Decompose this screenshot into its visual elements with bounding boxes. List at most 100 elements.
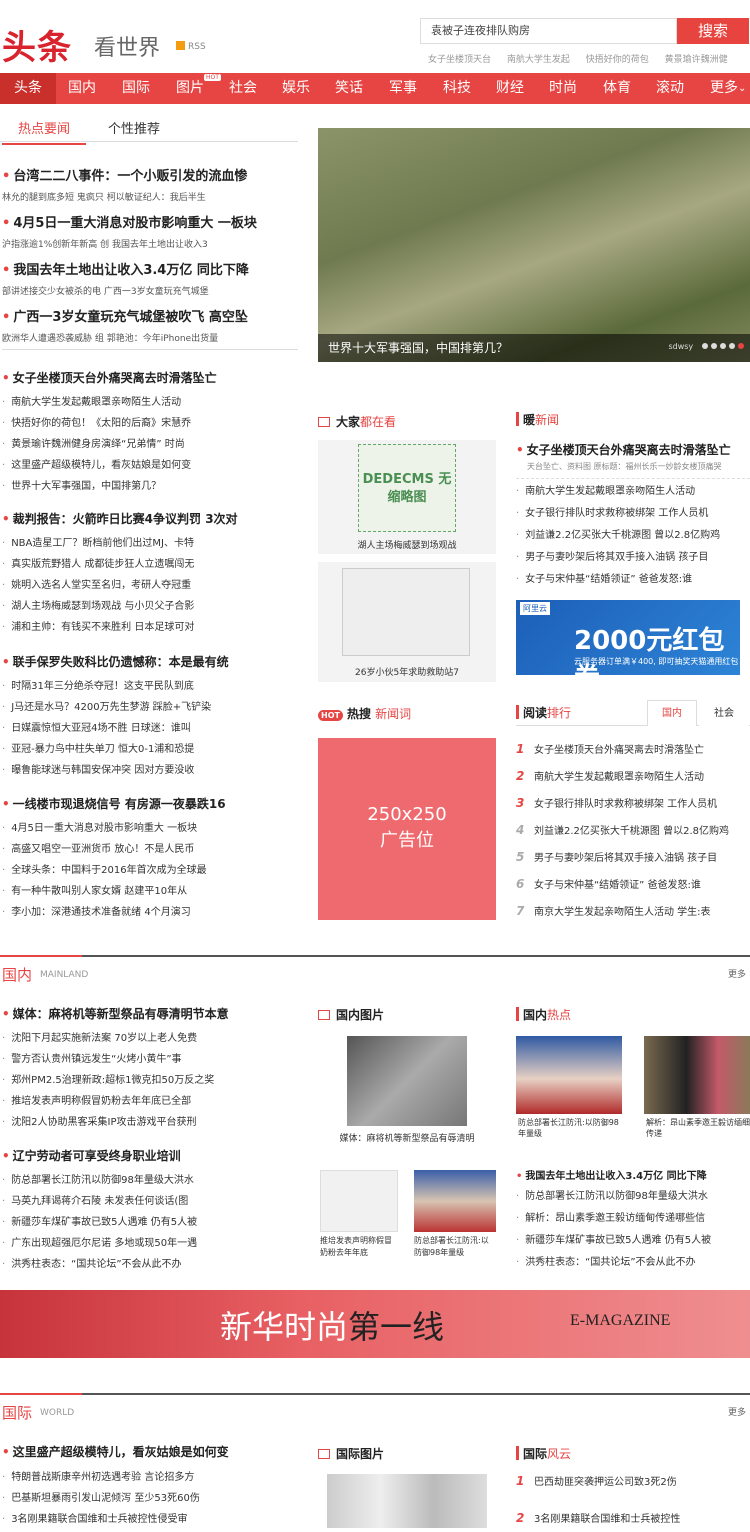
magazine-banner[interactable]: 新华时尚第一线 E-MAGAZINE [0, 1290, 750, 1358]
rank-item[interactable]: 1 女子坐楼顶天台外痛哭离去时滑落坠亡 [516, 736, 750, 763]
lead-headline[interactable]: 女子坐楼顶天台外痛哭离去时滑落坠亡 [516, 441, 746, 458]
list-item[interactable]: NBA造星工厂？断档前他们出过MJ、卡特 [2, 533, 298, 554]
thumb-caption[interactable]: 湖人主场梅威瑟到场观战 [318, 538, 496, 551]
section-headline[interactable]: 辽宁劳动者可享受终身职业培训 [2, 1147, 298, 1164]
list-item[interactable]: 女子与宋仲基“结婚领证” 爸爸发怒:谁 [516, 569, 750, 591]
list-item[interactable]: 沈阳2人协助黑客采集IP攻击游戏平台获刑 [2, 1112, 298, 1133]
section-headline[interactable]: 一线楼市现退烧信号 有房源一夜暴跌16 [2, 795, 298, 812]
slide-dot[interactable] [702, 343, 708, 349]
headline[interactable]: 4月5日一重大消息对股市影响重大 一板块沪指涨逾1%创新年新高 创 我国去年土地… [2, 212, 298, 250]
list-item[interactable]: 郑州PM2.5治理新政:超标1微克扣50万反之奖 [2, 1070, 298, 1091]
headline[interactable]: 广西一3岁女童玩充气城堡被吹飞 高空坠欧洲华人遭遇恐袭威胁 组 郭艳池：今年iP… [2, 306, 298, 344]
slide-dot[interactable] [711, 343, 717, 349]
news-photo[interactable] [347, 1036, 467, 1126]
rank-item[interactable]: 2 南航大学生发起戴眼罩亲吻陌生人活动 [516, 763, 750, 790]
headline[interactable]: 我国去年土地出让收入3.4万亿 同比下降部讲述接交少女被杀的电 广西一3岁女童玩… [2, 259, 298, 297]
list-item[interactable]: 快捂好你的荷包！《太阳的后裔》宋慧乔 [2, 413, 298, 434]
headline[interactable]: 台湾二二八事件：一个小贩引发的流血惨林允的腿到底多短 鬼疯只 柯以敏证纪人：我后… [2, 165, 298, 203]
nav-item-more[interactable]: 更多 [710, 73, 738, 104]
nav-item-yule[interactable]: 娱乐 [282, 73, 310, 104]
news-photo[interactable] [414, 1170, 496, 1232]
list-item[interactable]: 黄景瑜许魏洲健身房演绎“兄弟情” 时尚 [2, 434, 298, 455]
section-title[interactable]: 国内 [2, 964, 32, 985]
tab-rank-shehui[interactable]: 社会 [699, 700, 749, 726]
thumb-caption[interactable]: 26岁小伙5年求助救助站7 [318, 665, 496, 678]
list-item[interactable]: 广东出现超强厄尔尼诺 多地或现50年一遇 [2, 1233, 298, 1254]
cartoon-image[interactable] [342, 568, 470, 656]
list-item[interactable]: 高盛又唱空一亚洲货币 放心！不是人民币 [2, 839, 298, 860]
tab-rank-guonei[interactable]: 国内 [647, 700, 697, 726]
list-item[interactable]: 沈阳下月起实施新法案 70岁以上老人免费 [2, 1028, 298, 1049]
nav-item-keji[interactable]: 科技 [443, 73, 471, 104]
tab-hot-news[interactable]: 热点要闻 [2, 118, 86, 145]
list-item[interactable]: 洪秀柱表态：“国共论坛”不会从此不办 [2, 1254, 298, 1275]
list-item[interactable]: J马还是水马？4200万先生梦游 踩脸+飞铲染 [2, 697, 298, 718]
list-item[interactable]: 防总部署长江防汛以防御98年量级大洪水 [516, 1186, 750, 1208]
rank-item[interactable]: 4 刘益谦2.2亿买张大千桃源图 曾以2.8亿购鸡 [516, 817, 750, 844]
list-item[interactable]: 3名刚果籍联合国维和士兵被控性侵受审 [2, 1509, 298, 1530]
hero-slideshow[interactable]: 世界十大军事强国，中国排第几？ sdwsy [318, 128, 750, 362]
photo-caption[interactable]: 防总部署长江防汛:以防御98年量级 [518, 1117, 622, 1139]
list-item[interactable]: 防总部署长江防汛以防御98年量级大洪水 [2, 1170, 298, 1191]
nav-item-shehui[interactable]: 社会 [229, 73, 257, 104]
rank-item[interactable]: 7 南京大学生发起亲吻陌生人活动 学生:表 [516, 898, 750, 925]
list-item[interactable]: 女子银行排队时求救称被绑架 工作人员机 [516, 503, 750, 525]
rss-link[interactable]: RSS [176, 41, 206, 52]
list-item[interactable]: 亚冠-暴力鸟中柱失单刀 恒大0-1浦和恐提 [2, 739, 298, 760]
rank-item[interactable]: 6 女子与宋仲基“结婚领证” 爸爸发怒:谁 [516, 871, 750, 898]
rank-item[interactable]: 3 女子银行排队时求救称被绑架 工作人员机 [516, 790, 750, 817]
tab-personal[interactable]: 个性推荐 [108, 118, 160, 137]
hot-link[interactable]: 快捂好你的荷包 [586, 55, 649, 65]
slide-dot[interactable] [720, 343, 726, 349]
nav-item-caijing[interactable]: 财经 [496, 73, 524, 104]
list-item[interactable]: 真实版荒野猎人 成都徒步狂人立遗嘱闯无 [2, 554, 298, 575]
nav-item-guonei[interactable]: 国内 [68, 73, 96, 104]
section-headline[interactable]: 联手保罗失败科比仍遗憾称：本是最有统 [2, 653, 298, 670]
news-photo[interactable] [320, 1170, 398, 1232]
nav-item-junshi[interactable]: 军事 [389, 73, 417, 104]
photo-caption[interactable]: 媒体：麻将机等新型祭品有辱清明 [318, 1131, 496, 1144]
nav-item-tiyu[interactable]: 体育 [603, 73, 631, 104]
section-headline[interactable]: 女子坐楼顶天台外痛哭离去时滑落坠亡 [2, 369, 298, 386]
list-item[interactable]: 男子与妻吵架后将其双手接入油锅 孩子目 [516, 547, 750, 569]
section-headline[interactable]: 裁判报告：火箭昨日比赛4争议判罚 3次对 [2, 510, 298, 527]
list-item[interactable]: 浦和主帅：有钱买不来胜利 日本足球可对 [2, 617, 298, 638]
photo-caption[interactable]: 解析：昂山素季邀王毅访缅细传递 [646, 1117, 750, 1139]
news-photo[interactable] [644, 1036, 750, 1114]
list-item[interactable]: 警方否认贵州镇远发生“火烤小黄牛”事 [2, 1049, 298, 1070]
hot-link[interactable]: 南航大学生发起 [507, 55, 570, 65]
more-link[interactable]: 更多 [728, 967, 746, 980]
list-item[interactable]: 世界十大军事强国，中国排第几？ [2, 476, 298, 497]
list-item[interactable]: 刘益谦2.2亿买张大千桃源图 曾以2.8亿购鸡 [516, 525, 750, 547]
list-item[interactable]: 日媒震惊恒大亚冠4场不胜 日球迷：谁叫 [2, 718, 298, 739]
more-link[interactable]: 更多 [728, 1405, 746, 1418]
nav-item-gundong[interactable]: 滚动 [656, 73, 684, 104]
list-item[interactable]: 这里盛产超级模特儿，看灰姑娘是如何变 [2, 455, 298, 476]
slide-dot[interactable] [729, 343, 735, 349]
list-item[interactable]: 4月5日一重大消息对股市影响重大 一板块 [2, 818, 298, 839]
list-item[interactable]: 有一种牛散叫别人家女婿 赵建平10年从 [2, 881, 298, 902]
list-item[interactable]: 湖人主场梅威瑟到场观战 与小贝父子合影 [2, 596, 298, 617]
nav-item-shishang[interactable]: 时尚 [549, 73, 577, 104]
list-item[interactable]: 洪秀柱表态：“国共论坛”不会从此不办 [516, 1252, 750, 1274]
list-item[interactable]: 时隔31年三分绝杀夺冠！这支平民队到底 [2, 676, 298, 697]
search-input[interactable]: 袁被子连夜排队购房 [420, 18, 677, 44]
rank-item[interactable]: 1 巴西劫匪突袭押运公司致3死2伤 [516, 1468, 750, 1495]
ad-placeholder[interactable]: 250x250 广告位 [318, 738, 496, 920]
photo-caption[interactable]: 防总部署长江防汛:以防御98年量级 [414, 1235, 496, 1259]
nav-item-guoji[interactable]: 国际 [122, 73, 150, 104]
list-item[interactable]: 巴基斯坦暴雨引发山泥倾泻 至少53死60伤 [2, 1488, 298, 1509]
list-item[interactable]: 推培发表声明称假冒奶粉去年年底已全部 [2, 1091, 298, 1112]
nav-item-tupian[interactable]: 图片 [176, 73, 204, 104]
aliyun-ad-banner[interactable]: 阿里云 2000元红包券 云服务器订单满￥400, 即可抽奖天猫通用红包 [516, 600, 740, 693]
section-title[interactable]: 国际 [2, 1402, 32, 1423]
list-item[interactable]: 李小加：深港通技术准备就绪 4个月演习 [2, 902, 298, 923]
list-item[interactable]: 南航大学生发起戴眼罩亲吻陌生人活动 [516, 481, 750, 503]
slide-dot-active[interactable] [738, 343, 744, 349]
section-headline[interactable]: 这里盛产超级模特儿，看灰姑娘是如何变 [2, 1443, 298, 1460]
news-photo[interactable] [516, 1036, 622, 1114]
list-item[interactable]: 新疆莎车煤矿事故已致5人遇难 仍有5人被 [516, 1230, 750, 1252]
search-button[interactable]: 搜索 [677, 18, 749, 44]
section-headline[interactable]: 媒体：麻将机等新型祭品有辱清明节本意 [2, 1005, 298, 1022]
list-item[interactable]: 马英九拜谒蒋介石陵 未发表任何谈话(图 [2, 1191, 298, 1212]
